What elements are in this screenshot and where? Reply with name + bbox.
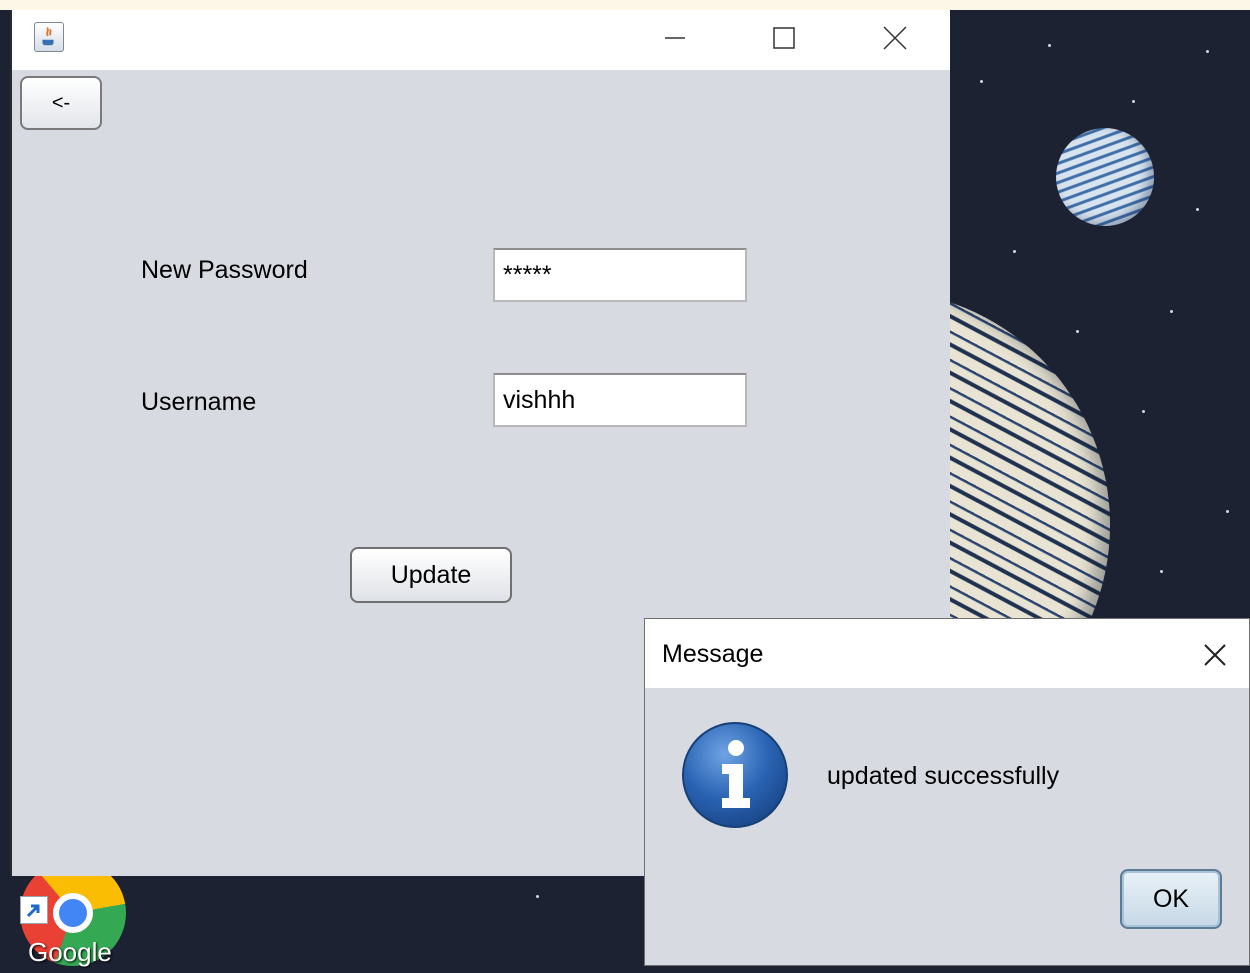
dialog-title: Message [662, 640, 764, 668]
username-field[interactable]: vishhh [493, 373, 747, 427]
desktop-shortcut-label[interactable]: Google [28, 937, 112, 968]
dialog-close-icon[interactable] [1195, 635, 1235, 675]
maximize-button[interactable] [762, 18, 808, 58]
java-app-icon [34, 22, 64, 52]
info-icon [680, 720, 790, 830]
main-titlebar[interactable] [12, 10, 950, 70]
dialog-message: updated successfully [827, 762, 1060, 790]
planet-small [1056, 128, 1154, 226]
dialog-titlebar[interactable]: Message [645, 619, 1249, 688]
minimize-button[interactable] [651, 18, 697, 58]
close-button[interactable] [872, 18, 918, 58]
new-password-field[interactable]: ***** [493, 248, 747, 302]
username-label: Username [141, 388, 257, 416]
shortcut-arrow-icon [20, 896, 48, 924]
ok-button[interactable]: OK [1120, 869, 1222, 929]
update-button[interactable]: Update [350, 547, 512, 603]
new-password-label: New Password [141, 256, 308, 284]
message-dialog: Message updated successfully OK [644, 618, 1250, 966]
back-button[interactable]: <- [20, 76, 102, 130]
